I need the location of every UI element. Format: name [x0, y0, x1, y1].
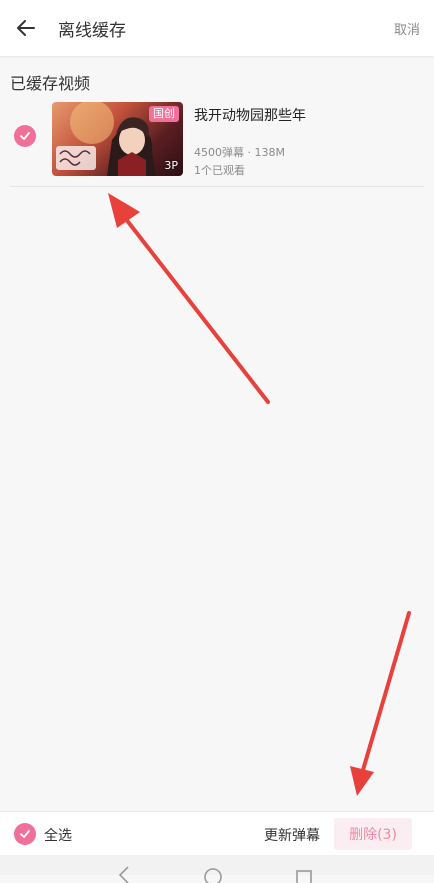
list-divider: [10, 186, 424, 187]
arrow-to-delete-button: [350, 611, 411, 796]
cancel-button[interactable]: 取消: [394, 19, 420, 38]
back-arrow-icon: [17, 20, 35, 36]
bottom-action-bar: 全选 更新弹幕 删除(3): [0, 811, 434, 856]
nav-back-icon[interactable]: [116, 863, 132, 883]
back-button[interactable]: [10, 12, 42, 44]
cached-video-item[interactable]: 国创 3P 我开动物园那些年 4500弹幕 · 138M 1个已观看: [0, 96, 434, 186]
checkmark-icon: [20, 830, 30, 838]
section-title: 已缓存视频: [10, 74, 91, 93]
select-all-label[interactable]: 全选: [44, 825, 72, 845]
item-checkbox[interactable]: [14, 125, 36, 147]
video-title: 我开动物园那些年: [194, 108, 306, 124]
system-nav-bar: [0, 855, 434, 883]
nav-home-icon[interactable]: [203, 863, 223, 883]
video-thumbnail[interactable]: 国创 3P: [52, 102, 183, 176]
page-title: 离线缓存: [58, 21, 126, 41]
top-app-bar: 离线缓存 取消: [0, 0, 434, 56]
delete-button[interactable]: 删除(3): [334, 818, 412, 850]
arrow-to-video-item: [108, 193, 270, 404]
video-watched-count: 1个已观看: [194, 164, 245, 177]
parts-count-badge: 3P: [164, 159, 178, 172]
nav-recents-icon[interactable]: [294, 863, 314, 883]
checkmark-icon: [20, 132, 30, 140]
select-all-checkbox[interactable]: [14, 823, 36, 845]
category-badge: 国创: [149, 106, 179, 122]
update-danmaku-button[interactable]: 更新弹幕: [264, 825, 320, 845]
video-meta: 4500弹幕 · 138M: [194, 146, 285, 159]
